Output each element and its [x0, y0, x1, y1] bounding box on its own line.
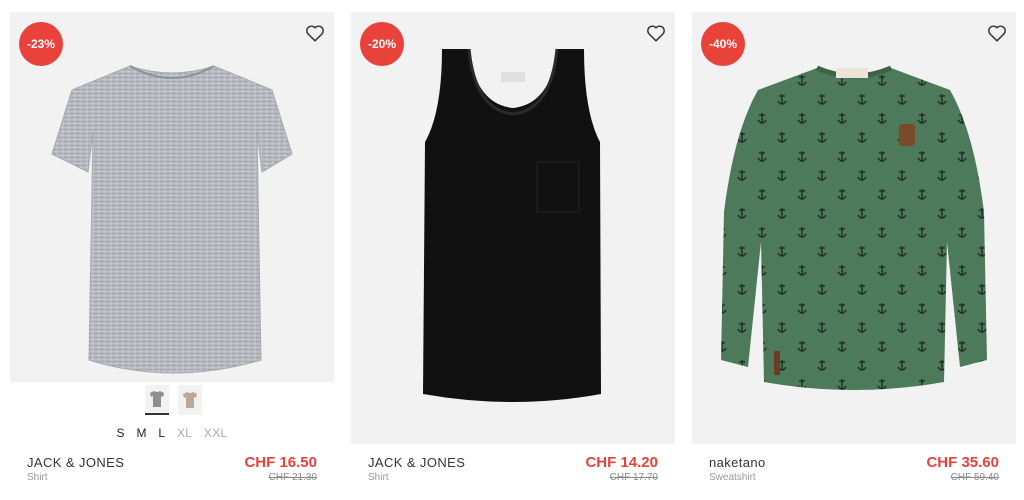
product-card[interactable]: -40% naketano Sweatshirt CHF 35.60 CHF 5… [692, 12, 1016, 500]
product-image[interactable]: -23% [10, 12, 334, 382]
grey-tshirt-image [51, 65, 293, 374]
original-price: CHF 17.70 [609, 472, 658, 483]
color-swatch-beige[interactable] [178, 385, 202, 415]
size-option[interactable]: M [136, 426, 146, 440]
discount-badge: -20% [360, 22, 404, 66]
heart-outline-icon[interactable] [986, 22, 1008, 44]
product-category: Shirt [27, 472, 48, 483]
product-category: Shirt [368, 472, 389, 483]
brand-name: JACK & JONES [368, 455, 466, 470]
size-option[interactable]: L [158, 426, 165, 440]
product-info[interactable]: JACK & JONES Shirt CHF 16.50 CHF 21.30 [10, 454, 334, 495]
sale-price: CHF 35.60 [926, 454, 999, 471]
product-category: Sweatshirt [709, 472, 756, 483]
size-option-unavailable: XXL [203, 426, 228, 440]
product-card[interactable]: -23% S M L XL XXL JACK & JONES Shirt CHF… [10, 12, 334, 500]
discount-badge: -23% [19, 22, 63, 66]
product-info[interactable]: JACK & JONES Shirt CHF 14.20 CHF 17.70 [351, 454, 675, 495]
heart-outline-icon[interactable] [645, 22, 667, 44]
original-price: CHF 59.40 [950, 472, 999, 483]
discount-badge: -40% [701, 22, 745, 66]
brand-name: naketano [709, 455, 766, 470]
color-swatches [145, 385, 202, 415]
sale-price: CHF 14.20 [585, 454, 658, 471]
size-list: S M L XL XXL [10, 426, 334, 440]
original-price: CHF 21.30 [268, 472, 317, 483]
product-image[interactable]: -20% [351, 12, 675, 444]
size-option-unavailable: XL [177, 426, 193, 440]
color-swatch-grey[interactable] [145, 385, 169, 415]
sale-price: CHF 16.50 [244, 454, 317, 471]
heart-outline-icon[interactable] [304, 22, 326, 44]
black-tank-top-image [423, 48, 601, 402]
product-card[interactable]: -20% JACK & JONES Shirt CHF 14.20 CHF 17… [351, 12, 675, 500]
tshirt-thumbnail-icon [183, 392, 197, 408]
product-info[interactable]: naketano Sweatshirt CHF 35.60 CHF 59.40 [692, 454, 1016, 495]
product-image[interactable]: -40% [692, 12, 1016, 444]
tshirt-thumbnail-icon [150, 391, 164, 407]
brand-name: JACK & JONES [27, 455, 125, 470]
green-sweatshirt-image [721, 65, 987, 390]
size-option[interactable]: S [116, 426, 124, 440]
